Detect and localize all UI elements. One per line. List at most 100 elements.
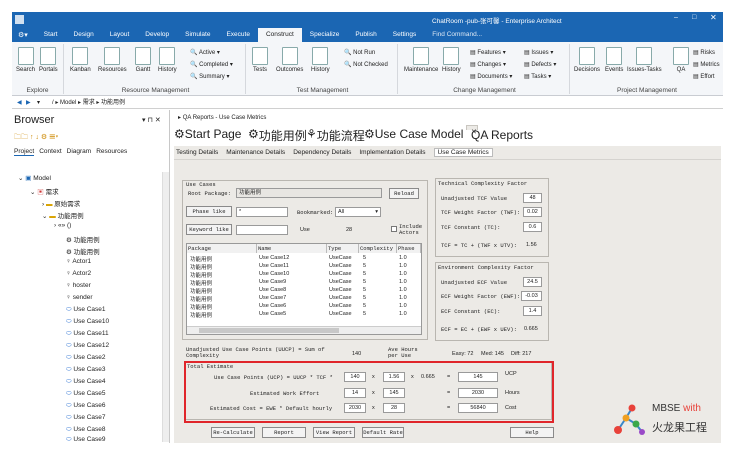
default-rate-button[interactable]: Default Rate — [362, 427, 404, 438]
tab-publish[interactable]: Publish — [347, 28, 384, 42]
tab-flow-diagram[interactable]: ⚘ 功能流程 — [306, 127, 365, 143]
risks-button[interactable]: ▤ Risks — [693, 49, 715, 56]
tab-context[interactable]: Context — [39, 148, 61, 156]
active-button[interactable]: 🔍 Active ▾ — [190, 49, 220, 56]
subtab-testing[interactable]: Testing Details — [176, 149, 218, 156]
tree-item[interactable]: ♀ Actor1 — [66, 258, 91, 265]
phase-like-button[interactable]: Phase like — [186, 206, 232, 217]
tree-item[interactable]: ⬭ Use Case10 — [66, 318, 109, 326]
app-menu-icon[interactable]: ⚙▾ — [12, 31, 36, 39]
report-button[interactable]: Report — [262, 427, 306, 438]
tcf-value[interactable]: 48 — [523, 193, 542, 203]
tab-start[interactable]: Start — [36, 28, 66, 42]
subtab-dependency[interactable]: Dependency Details — [293, 149, 351, 156]
tab-execute[interactable]: Execute — [218, 28, 258, 42]
tree-item[interactable]: › «» () — [54, 222, 71, 229]
keyword-field[interactable] — [236, 225, 288, 235]
subtab-implementation[interactable]: Implementation Details — [359, 149, 425, 156]
tree-node-requirements[interactable]: ⌄ ▣ 需求 — [30, 186, 59, 196]
col-package[interactable]: Package — [187, 244, 257, 253]
tree-item[interactable]: ⬭ Use Case5 — [66, 390, 106, 398]
browser-toolbar[interactable]: 🗀🗀 ↑ ↓ ⚙ ☰▾ — [14, 133, 58, 144]
browser-scrollbar[interactable] — [162, 172, 169, 442]
tree-item[interactable]: ⬭ Use Case1 — [66, 306, 106, 314]
tree-node-functional-usecases[interactable]: ⌄ ▬ 功能用例 — [42, 210, 84, 220]
ecf-value[interactable]: 24.5 — [523, 277, 542, 287]
recalculate-button[interactable]: Re-Calculate — [211, 427, 255, 438]
maximize-icon[interactable]: □ — [692, 14, 696, 21]
tab-usecase-model[interactable]: ⚙ Use Case Model — [364, 127, 463, 141]
resources-button[interactable]: Resources — [98, 47, 127, 73]
bookmarked-select[interactable]: All ▾ — [335, 207, 381, 217]
portals-button[interactable]: Portals — [39, 47, 58, 73]
tasks-button[interactable]: ▤ Tasks ▾ — [524, 73, 551, 80]
col-type[interactable]: Type — [327, 244, 359, 253]
col-phase[interactable]: Phase — [397, 244, 421, 253]
close-icon[interactable]: ✕ — [710, 13, 717, 22]
features-button[interactable]: ▤ Features ▾ — [470, 49, 506, 56]
tab-layout[interactable]: Layout — [102, 28, 138, 42]
documents-button[interactable]: ▤ Documents ▾ — [470, 73, 512, 80]
tree-item[interactable]: ⬭ Use Case8 — [66, 426, 106, 434]
tab-develop[interactable]: Develop — [137, 28, 177, 42]
metrics-button[interactable]: ▤ Metrics — [693, 61, 720, 68]
qa-button[interactable]: QA — [673, 47, 689, 73]
tab-design[interactable]: Design — [66, 28, 102, 42]
tree-item[interactable]: ⚙ 功能用例 — [66, 234, 100, 244]
gantt-button[interactable]: Gantt — [135, 47, 151, 73]
kanban-button[interactable]: Kanban — [70, 47, 91, 73]
tab-start-page[interactable]: ⚙ Start Page — [174, 127, 241, 141]
tab-simulate[interactable]: Simulate — [177, 28, 218, 42]
tree-item[interactable]: ⬭ Use Case7 — [66, 414, 106, 422]
app-icon[interactable] — [15, 15, 24, 24]
tree-item[interactable]: ⬭ Use Case4 — [66, 378, 106, 386]
include-actors-checkbox[interactable] — [391, 226, 397, 232]
tree-node-raw-requirements[interactable]: › ▬ 原始需求 — [42, 198, 80, 208]
summary-button[interactable]: 🔍 Summary ▾ — [190, 73, 230, 80]
tab-project[interactable]: Project — [14, 148, 35, 156]
tree-item[interactable]: ♀ hoster — [66, 282, 91, 289]
forward-icon[interactable]: ▶ — [26, 97, 31, 109]
pin-icon[interactable]: ▾ ⊓ ✕ — [142, 116, 161, 124]
not-checked-button[interactable]: 🔍 Not Checked — [344, 61, 388, 68]
table-scrollbar[interactable] — [187, 326, 421, 334]
subtab-usecase-metrics[interactable]: Use Case Metrics — [433, 148, 493, 157]
outcomes-button[interactable]: Outcomes — [276, 47, 303, 73]
events-button[interactable]: Events — [605, 47, 623, 73]
tab-usecase-diagram[interactable]: ⚙ 功能用例 — [248, 127, 307, 143]
tree-item[interactable]: ♀ Actor2 — [66, 270, 91, 277]
changes-button[interactable]: ▤ Changes ▾ — [470, 61, 506, 68]
back-icon[interactable]: ◀ — [17, 97, 22, 109]
tree-item[interactable]: ⬭ Use Case2 — [66, 354, 106, 362]
view-report-button[interactable]: View Report — [313, 427, 355, 438]
tab-specialize[interactable]: Specialize — [302, 28, 348, 42]
tab-resources[interactable]: Resources — [96, 148, 127, 156]
tree-item[interactable]: ⬭ Use Case3 — [66, 366, 106, 374]
decisions-button[interactable]: Decisions — [574, 47, 600, 73]
issues-tasks-button[interactable]: Issues-Tasks — [627, 47, 662, 73]
tests-button[interactable]: Tests — [252, 47, 268, 73]
tcf-value[interactable]: 0.02 — [523, 207, 542, 217]
tab-settings[interactable]: Settings — [385, 28, 425, 42]
issues-button[interactable]: ▤ Issues ▾ — [524, 49, 553, 56]
test-history-button[interactable]: History — [311, 47, 330, 73]
tree-item[interactable]: ⬭ Use Case11 — [66, 330, 109, 338]
tree-item[interactable]: ⚙ 功能用例 — [66, 246, 100, 256]
history-button[interactable]: History — [158, 47, 177, 73]
root-package-field[interactable]: 功能用例 — [236, 188, 382, 198]
scroll-thumb[interactable] — [199, 328, 339, 333]
tree-item[interactable]: ♀ sender — [66, 294, 93, 301]
reload-button[interactable]: Reload — [389, 188, 419, 199]
ecf-value[interactable]: -0.03 — [521, 291, 542, 301]
tcf-value[interactable]: 0.6 — [523, 222, 542, 232]
defects-button[interactable]: ▤ Defects ▾ — [524, 61, 556, 68]
search-button[interactable]: Search — [16, 47, 35, 73]
dropdown-icon[interactable]: ▾ — [37, 97, 40, 109]
col-complexity[interactable]: Complexity — [359, 244, 397, 253]
find-command[interactable]: Find Command... — [424, 28, 490, 42]
not-run-button[interactable]: 🔍 Not Run — [344, 49, 375, 56]
close-tab-icon[interactable]: ✕ — [471, 128, 477, 136]
tree-item[interactable]: ⬭ Use Case12 — [66, 342, 109, 350]
breadcrumb[interactable]: / ▸ Model ▸ 需求 ▸ 功能用例 — [52, 97, 125, 109]
subtab-maintenance[interactable]: Maintenance Details — [226, 149, 285, 156]
